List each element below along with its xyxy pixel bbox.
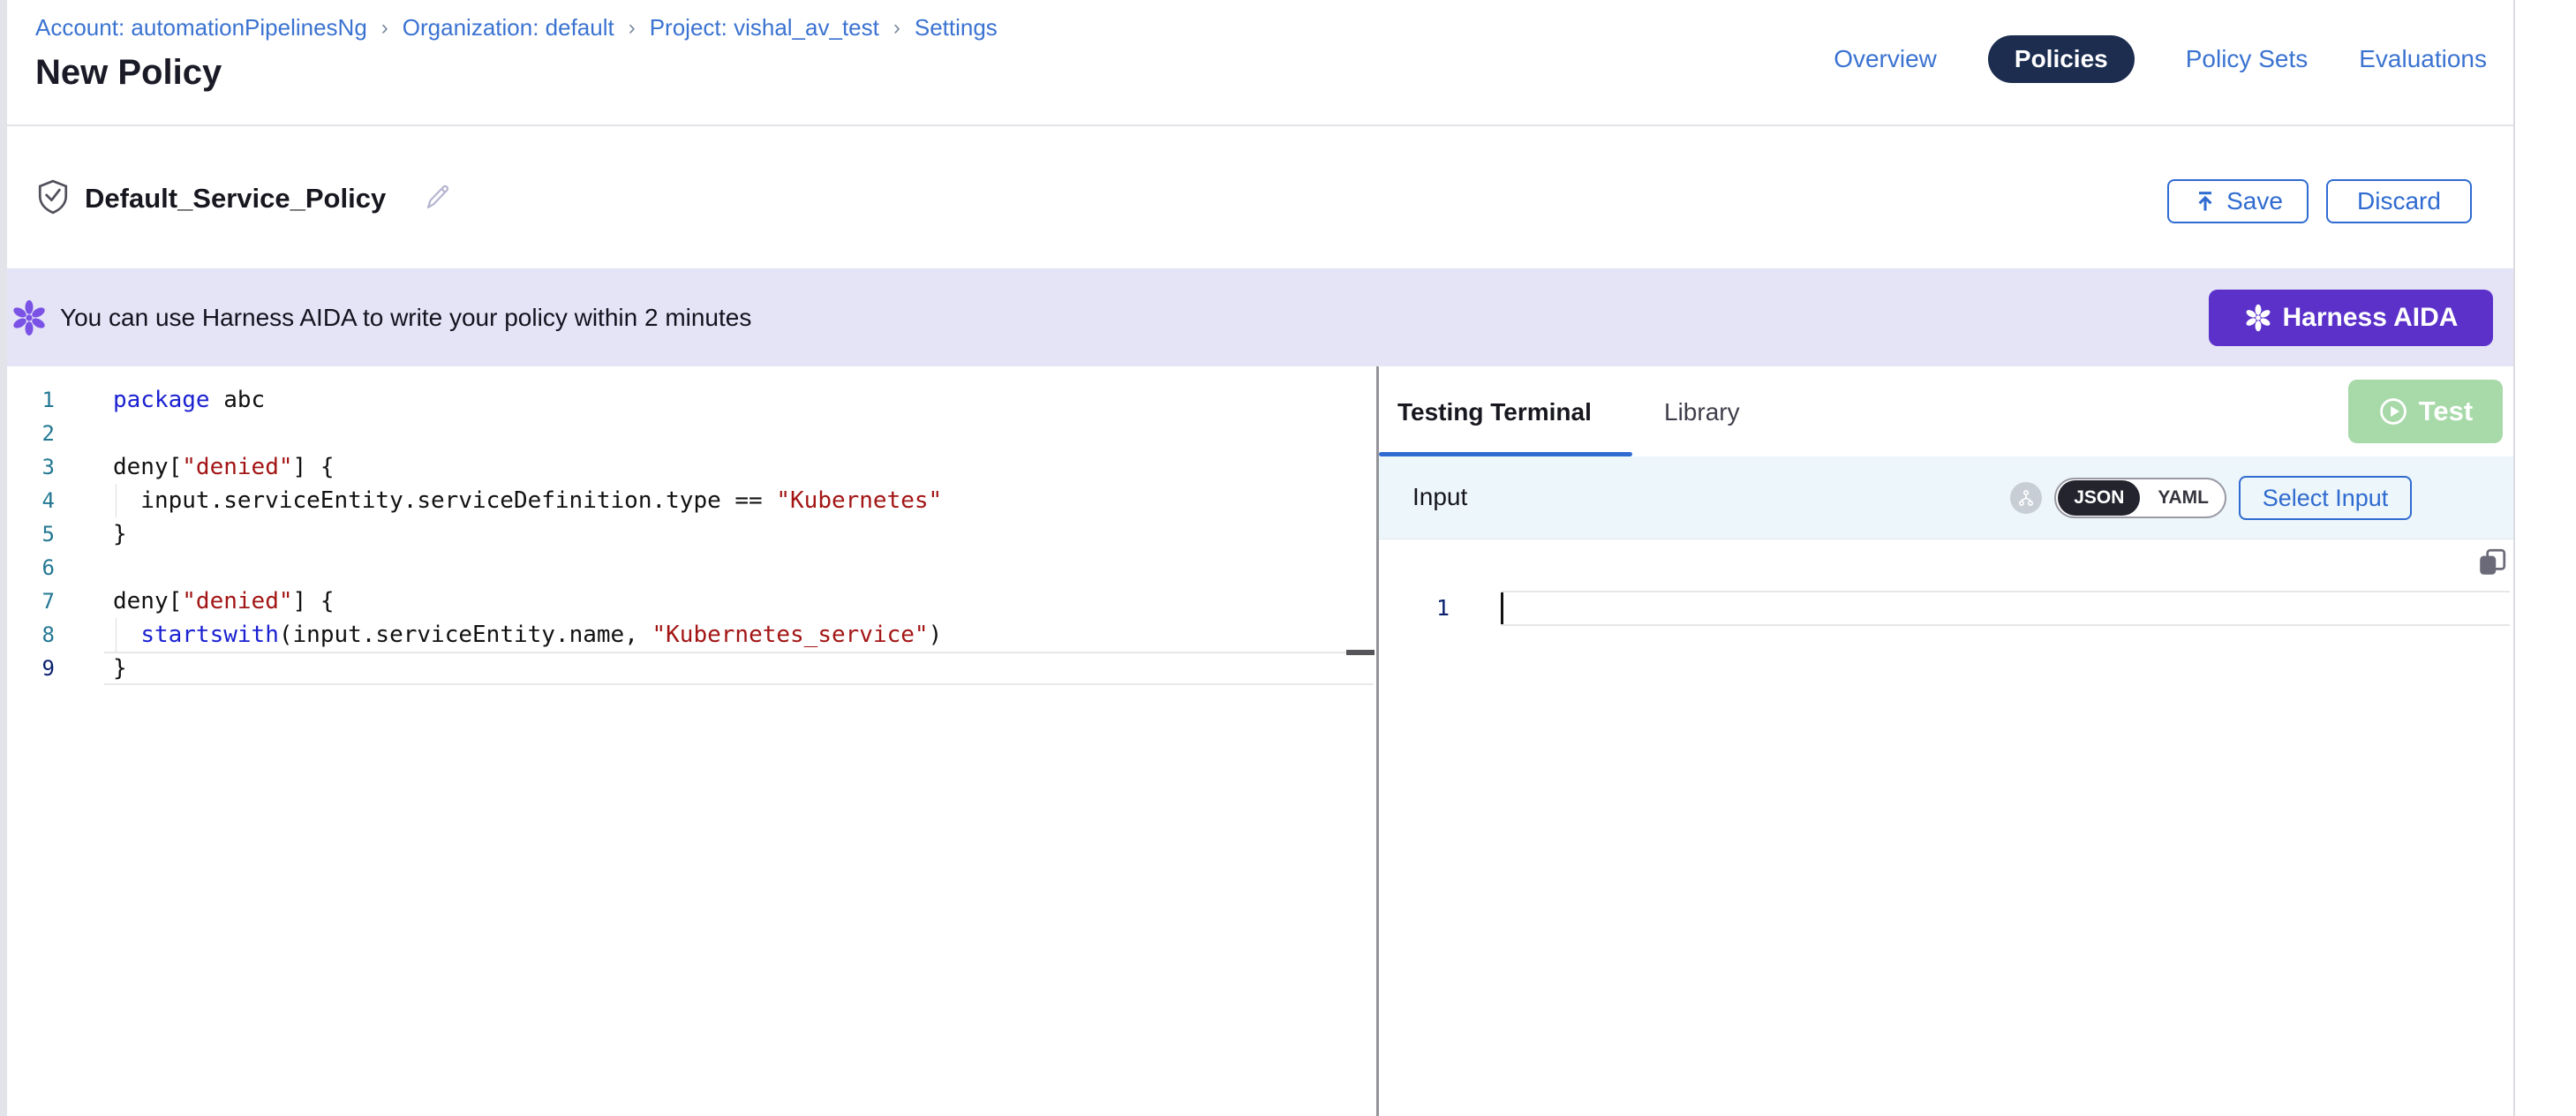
test-button-label: Test xyxy=(2419,396,2473,427)
policy-shield-icon xyxy=(37,179,69,219)
breadcrumb-separator: › xyxy=(629,16,636,41)
input-section-header: Input JSONYAML Select Input xyxy=(1379,456,2513,539)
line-number[interactable]: 5 xyxy=(0,517,55,551)
input-section-title: Input xyxy=(1412,483,1467,511)
page-title: New Policy xyxy=(35,53,222,93)
line-number[interactable]: 3 xyxy=(0,450,55,484)
current-line-highlight xyxy=(1501,591,2510,626)
save-button[interactable]: Save xyxy=(2167,179,2309,223)
code-text: startswith(input.serviceEntity.name, "Ku… xyxy=(113,618,942,652)
code-text: package abc xyxy=(113,383,265,417)
code-text: } xyxy=(113,652,127,685)
text-cursor xyxy=(1501,592,1503,624)
breadcrumb-link[interactable]: Account: automationPipelinesNg xyxy=(35,14,367,41)
page-header: Account: automationPipelinesNg › Organizat… xyxy=(0,0,2513,126)
git-sync-icon[interactable] xyxy=(2010,482,2042,514)
line-number[interactable]: 2 xyxy=(0,417,55,450)
code-line-7[interactable]: 7 deny["denied"] { xyxy=(0,584,1376,618)
code-text: deny["denied"] { xyxy=(113,584,334,618)
code-line-1[interactable]: 1 package abc xyxy=(0,383,1376,417)
breadcrumb-link[interactable]: Organization: default xyxy=(403,14,614,41)
line-number[interactable]: 6 xyxy=(0,551,55,584)
policy-name: Default_Service_Policy xyxy=(85,183,386,215)
harness-aida-button[interactable]: Harness AIDA xyxy=(2209,290,2493,346)
nav-tab-overview[interactable]: Overview xyxy=(1834,45,1937,73)
line-number[interactable]: 1 xyxy=(0,383,55,417)
discard-button[interactable]: Discard xyxy=(2326,179,2472,223)
content-right-border xyxy=(2513,0,2515,1116)
code-text: input.serviceEntity.serviceDefinition.ty… xyxy=(113,484,942,517)
code-line-4[interactable]: 4 input.serviceEntity.serviceDefinition.… xyxy=(0,484,1376,517)
discard-button-label: Discard xyxy=(2357,187,2441,215)
breadcrumb-link[interactable]: Project: vishal_av_test xyxy=(650,14,879,41)
breadcrumb-separator: › xyxy=(893,16,900,41)
format-option-json[interactable]: JSON xyxy=(2058,480,2140,516)
new-policy-page: Account: automationPipelinesNg › Organizat… xyxy=(0,0,2576,1116)
input-json-editor[interactable]: 1 xyxy=(1379,539,2513,1116)
nav-tab-policy-sets[interactable]: Policy Sets xyxy=(2186,45,2309,73)
input-line-number: 1 xyxy=(1423,591,1450,626)
testing-panel-tabs: Test Testing Terminal Library xyxy=(1379,366,2513,456)
nav-tab-policies[interactable]: Policies xyxy=(1988,35,2135,83)
save-button-label: Save xyxy=(2226,187,2283,215)
tab-library[interactable]: Library xyxy=(1664,398,1740,426)
test-button[interactable]: Test xyxy=(2348,380,2503,443)
testing-panel: Test Testing Terminal Library Input JSONY… xyxy=(1379,366,2513,1116)
window-left-edge xyxy=(0,0,7,1116)
code-text: deny["denied"] { xyxy=(113,450,334,484)
code-line-6[interactable]: 6 xyxy=(0,551,1376,584)
policy-workspace: 1package abc23deny["denied"] {4 input.se… xyxy=(0,366,2513,1116)
code-text: } xyxy=(113,517,127,551)
select-input-label: Select Input xyxy=(2263,485,2389,512)
harness-aida-button-label: Harness AIDA xyxy=(2283,303,2459,333)
aida-banner-message: You can use Harness AIDA to write your p… xyxy=(60,304,751,332)
aida-flower-icon-white xyxy=(2244,304,2272,332)
breadcrumb: Account: automationPipelinesNg › Organizat… xyxy=(35,14,998,41)
input-editor-line: 1 xyxy=(1379,591,2513,626)
select-input-button[interactable]: Select Input xyxy=(2239,476,2412,520)
overview-ruler-cursor-marker xyxy=(1346,650,1375,655)
aida-flower-icon xyxy=(11,299,48,336)
rego-code-editor[interactable]: 1package abc23deny["denied"] {4 input.se… xyxy=(0,366,1376,1116)
code-line-2[interactable]: 2 xyxy=(0,417,1376,450)
code-line-3[interactable]: 3 deny["denied"] { xyxy=(0,450,1376,484)
code-line-8[interactable]: 8 startswith(input.serviceEntity.name, "… xyxy=(0,618,1376,652)
code-line-9[interactable]: 9} xyxy=(0,652,1376,685)
edit-policy-name-icon[interactable] xyxy=(422,181,450,215)
upload-icon xyxy=(2193,189,2218,214)
play-icon xyxy=(2378,396,2408,426)
breadcrumb-link[interactable]: Settings xyxy=(915,14,998,41)
line-number[interactable]: 9 xyxy=(0,652,55,685)
format-toggle[interactable]: JSONYAML xyxy=(2054,478,2226,518)
line-number[interactable]: 7 xyxy=(0,584,55,618)
aida-banner: You can use Harness AIDA to write your p… xyxy=(0,268,2513,366)
nav-tab-evaluations[interactable]: Evaluations xyxy=(2359,45,2487,73)
line-number[interactable]: 8 xyxy=(0,618,55,652)
copy-icon[interactable] xyxy=(2476,547,2508,583)
line-number[interactable]: 4 xyxy=(0,484,55,517)
breadcrumb-separator: › xyxy=(381,16,388,41)
tab-testing-terminal[interactable]: Testing Terminal xyxy=(1397,398,1592,426)
module-tabs: Overview Policies Policy Sets Evaluations xyxy=(1834,35,2487,83)
current-line-highlight xyxy=(104,652,1374,685)
format-option-yaml[interactable]: YAML xyxy=(2142,480,2225,516)
code-line-5[interactable]: 5} xyxy=(0,517,1376,551)
code-lines: 1package abc23deny["denied"] {4 input.se… xyxy=(0,383,1376,685)
input-controls: JSONYAML Select Input xyxy=(2010,456,2412,539)
